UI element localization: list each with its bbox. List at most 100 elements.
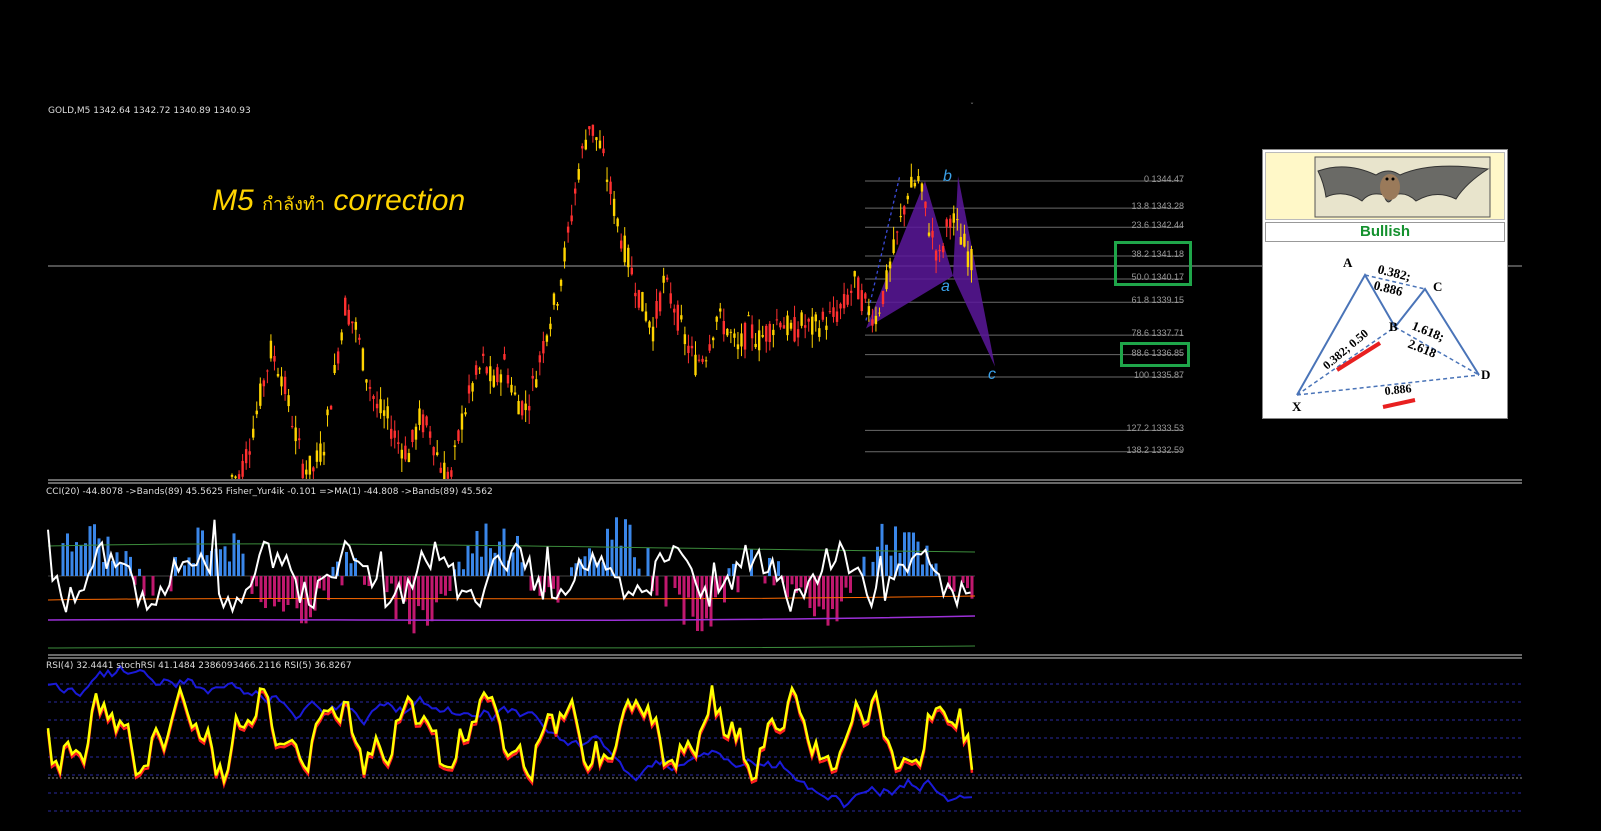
- bat-image: [1265, 152, 1505, 220]
- candle-body: [496, 367, 499, 383]
- cci-bar: [552, 576, 555, 589]
- candle-body: [881, 291, 885, 305]
- candle-body: [315, 450, 319, 462]
- candle-body: [906, 195, 909, 200]
- fib-label-0: 0 1344.47: [1143, 174, 1184, 184]
- cci-bar: [844, 576, 848, 588]
- cci-bar: [633, 557, 636, 576]
- candle-body: [513, 392, 517, 395]
- candle-body: [418, 408, 421, 425]
- candle-body: [319, 443, 322, 462]
- cci-bar: [511, 552, 515, 576]
- candle-body: [241, 460, 244, 477]
- cci-bar: [70, 551, 74, 576]
- cci-bar: [385, 576, 389, 593]
- cci-bar: [475, 530, 479, 576]
- bat-pattern-panel: Bullish A X B C D 0.382; 0.886 0.382; 0.…: [1262, 149, 1508, 419]
- candle-body: [556, 304, 559, 306]
- cci-band-lower: [47, 645, 976, 649]
- candle-body: [432, 447, 435, 456]
- candle-body: [687, 345, 690, 354]
- pattern-abc: [953, 176, 995, 367]
- candle-body: [531, 375, 534, 379]
- annotation-thai: กำลังทำ: [262, 194, 325, 214]
- candle-body: [566, 226, 570, 233]
- cci-bar: [349, 563, 353, 576]
- cci-bar: [268, 576, 272, 599]
- candle-body: [298, 438, 301, 441]
- candle-body: [963, 233, 966, 247]
- candle-body: [842, 294, 846, 309]
- cci-bar: [471, 553, 474, 576]
- candle-body: [680, 315, 683, 320]
- candle-body: [694, 354, 697, 376]
- cci-bar: [345, 551, 348, 576]
- point-A: A: [1343, 255, 1353, 270]
- wave-label-c: c: [988, 366, 996, 383]
- cci-bar: [655, 576, 659, 596]
- candle-body: [503, 354, 506, 360]
- candle-body: [931, 230, 934, 238]
- cci-bar: [628, 524, 632, 576]
- candle-body: [857, 277, 860, 300]
- point-C: C: [1433, 279, 1442, 294]
- cci-bar: [106, 536, 110, 576]
- candle-body: [602, 148, 605, 154]
- candle-body: [506, 375, 510, 384]
- candle-body: [266, 370, 269, 372]
- candle-body: [619, 240, 623, 249]
- ratio-xd: 0.886: [1384, 381, 1412, 398]
- candle-body: [248, 451, 251, 455]
- highlight-box-38-50: [1114, 241, 1192, 286]
- candle-body: [598, 140, 602, 149]
- candle-body: [329, 405, 333, 410]
- cci-bar: [84, 543, 87, 576]
- candle-body: [390, 428, 393, 439]
- candle-body: [701, 358, 704, 362]
- candle-body: [354, 321, 358, 330]
- candle-body: [662, 275, 665, 283]
- candle-body: [899, 216, 902, 218]
- tick-mark: ˇ: [970, 101, 974, 111]
- cci-bar: [885, 544, 888, 576]
- cci-bar: [835, 576, 839, 622]
- candle-body: [665, 277, 669, 280]
- cci-bar: [79, 544, 83, 576]
- cci-bar: [466, 545, 470, 576]
- candle-body: [294, 427, 297, 442]
- candle-body: [885, 270, 888, 290]
- candle-body: [821, 311, 825, 320]
- rsi5-line: [47, 664, 973, 809]
- cci-bar: [219, 549, 222, 576]
- candle-body: [322, 451, 326, 456]
- cci-bar: [646, 547, 650, 576]
- candle-body: [573, 188, 577, 194]
- symbol-header: GOLD,M5 1342.64 1342.72 1340.89 1340.93: [48, 106, 251, 116]
- candle-body: [733, 333, 736, 338]
- candle-body: [460, 413, 464, 430]
- candle-body: [443, 462, 446, 479]
- cci-bar: [241, 553, 245, 576]
- candles: [230, 124, 973, 479]
- candle-body: [832, 307, 835, 317]
- cci-bar: [772, 576, 776, 586]
- cci-bar: [196, 527, 200, 576]
- candle-body: [966, 251, 970, 268]
- candle-body: [871, 319, 874, 326]
- fib-label-1: 13.8 1343.28: [1131, 201, 1184, 212]
- candle-body: [750, 324, 754, 339]
- candle-body: [372, 396, 375, 399]
- candle-body: [658, 292, 662, 312]
- chart-annotation: M5 กำลังทำ correction: [212, 184, 465, 218]
- candle-body: [570, 215, 573, 222]
- wave-label-a: a: [941, 278, 950, 295]
- cci-bar: [637, 568, 641, 576]
- candle-body: [849, 290, 853, 293]
- candle-body: [719, 308, 722, 312]
- cci-bar: [921, 564, 924, 576]
- candle-body: [400, 449, 404, 459]
- candle-body: [917, 176, 920, 181]
- candle-body: [874, 315, 878, 325]
- cci-bar: [970, 576, 974, 599]
- fib-label-6: 78.6 1337.71: [1131, 328, 1184, 339]
